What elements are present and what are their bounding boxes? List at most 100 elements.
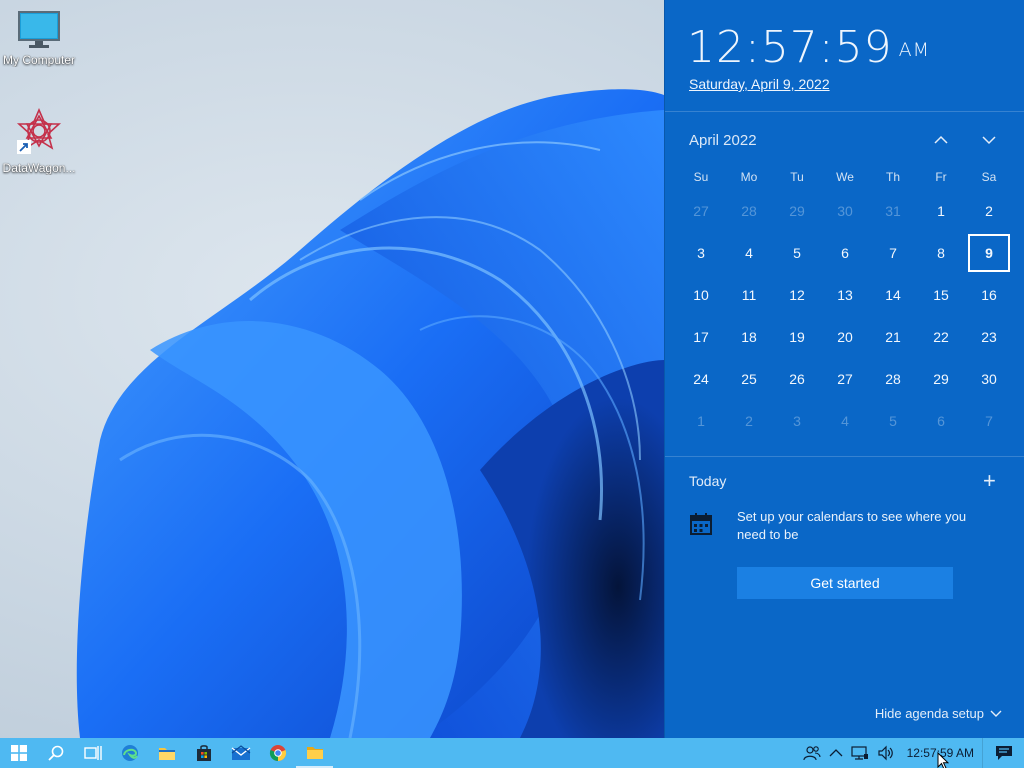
calendar-day[interactable]: 8 (917, 232, 965, 274)
calendar-day[interactable]: 3 (773, 400, 821, 442)
calendar-day-number: 21 (885, 329, 901, 345)
calendar-day[interactable]: 20 (821, 316, 869, 358)
previous-month-button[interactable] (927, 126, 955, 154)
weekday-label: Th (885, 170, 900, 184)
file-explorer-icon (158, 748, 175, 760)
calendar-day-number: 23 (981, 329, 997, 345)
calendar-day[interactable]: 28 (869, 358, 917, 400)
desktop-icon-datawagon[interactable]: DataWagon... (0, 108, 79, 175)
calendar-day[interactable]: 5 (773, 232, 821, 274)
calendar-day[interactable]: 22 (917, 316, 965, 358)
weekday-label: We (836, 170, 854, 184)
taskbar: 12:57:59 AM (0, 738, 1024, 768)
store-icon (196, 745, 211, 761)
flyout-clock: 12:57:59 AM (687, 22, 930, 73)
chrome-button[interactable] (259, 738, 296, 768)
calendar-day[interactable]: 6 (821, 232, 869, 274)
clock-ampm: AM (898, 39, 931, 61)
agenda-setup-message: Set up your calendars to see where you n… (737, 509, 967, 542)
calendar-day[interactable]: 29 (917, 358, 965, 400)
calendar-day[interactable]: 10 (677, 274, 725, 316)
mail-button[interactable] (222, 738, 259, 768)
start-windows-icon (10, 745, 27, 761)
calendar-day[interactable]: 24 (677, 358, 725, 400)
long-date-link[interactable]: Saturday, April 9, 2022 (689, 76, 830, 92)
calendar-day[interactable]: 30 (821, 190, 869, 232)
calendar-day[interactable]: 23 (965, 316, 1013, 358)
calendar-day[interactable]: 2 (725, 400, 773, 442)
calendar-day[interactable]: 31 (869, 190, 917, 232)
add-event-button[interactable]: + (983, 470, 996, 492)
calendar-day[interactable]: 27 (821, 358, 869, 400)
calendar-day[interactable]: 27 (677, 190, 725, 232)
calendar-day[interactable]: 15 (917, 274, 965, 316)
next-month-button[interactable] (975, 126, 1003, 154)
calendar-day[interactable]: 16 (965, 274, 1013, 316)
people-button[interactable] (799, 738, 825, 768)
file-explorer-button[interactable] (148, 738, 185, 768)
calendar-day[interactable]: 4 (725, 232, 773, 274)
month-year-title[interactable]: April 2022 (689, 132, 757, 149)
calendar-day-number: 29 (933, 371, 949, 387)
calendar-day-number: 26 (789, 371, 805, 387)
calendar-day-number: 8 (937, 245, 945, 261)
calendar-day[interactable]: 13 (821, 274, 869, 316)
calendar-day[interactable]: 3 (677, 232, 725, 274)
calendar-day[interactable]: 21 (869, 316, 917, 358)
calendar-day[interactable]: 25 (725, 358, 773, 400)
task-view-button[interactable] (74, 738, 111, 768)
calendar-day[interactable]: 7 (869, 232, 917, 274)
system-tray: 12:57:59 AM (799, 738, 1024, 768)
agenda-title: Today (689, 473, 727, 489)
calendar-day-number: 16 (981, 287, 997, 303)
task-view-icon (83, 746, 102, 760)
calendar-week-row: 24 25 26 27 28 29 30 (677, 358, 1013, 400)
calendar-day[interactable]: 11 (725, 274, 773, 316)
action-center-button[interactable] (982, 738, 1024, 768)
calendar-day[interactable]: 18 (725, 316, 773, 358)
calendar-day[interactable]: 29 (773, 190, 821, 232)
chevron-up-icon (829, 749, 843, 757)
speaker-icon (878, 745, 893, 761)
calendar-day[interactable]: 6 (917, 400, 965, 442)
desktop-icon-my-computer[interactable]: My Computer (0, 10, 79, 67)
clock-time: 12:57:59 (687, 22, 893, 73)
edge-browser-button[interactable] (111, 738, 148, 768)
calendar-day-number: 2 (745, 413, 753, 429)
volume-button[interactable] (873, 738, 899, 768)
start-button[interactable] (0, 738, 37, 768)
weekday-label: Tu (790, 170, 804, 184)
calendar-day[interactable]: 14 (869, 274, 917, 316)
calendar-day[interactable]: 12 (773, 274, 821, 316)
folder-icon (306, 747, 323, 759)
mail-icon (231, 745, 250, 760)
calendar-day[interactable]: 17 (677, 316, 725, 358)
calendar-day-number: 20 (837, 329, 853, 345)
calendar-day-number: 18 (741, 329, 757, 345)
search-button[interactable] (37, 738, 74, 768)
calendar-day-today[interactable]: 9 (965, 232, 1013, 274)
show-hidden-icons-button[interactable] (825, 738, 847, 768)
calendar-day[interactable]: 7 (965, 400, 1013, 442)
calendar-day[interactable]: 1 (677, 400, 725, 442)
calendar-day[interactable]: 4 (821, 400, 869, 442)
calendar-day[interactable]: 26 (773, 358, 821, 400)
store-button[interactable] (185, 738, 222, 768)
folder-button[interactable] (296, 738, 333, 768)
get-started-button[interactable]: Get started (737, 567, 953, 599)
network-button[interactable] (847, 738, 873, 768)
calendar-day-number: 13 (837, 287, 853, 303)
calendar-day[interactable]: 30 (965, 358, 1013, 400)
calendar-day[interactable]: 19 (773, 316, 821, 358)
calendar-day[interactable]: 1 (917, 190, 965, 232)
calendar-day[interactable]: 28 (725, 190, 773, 232)
calendar-day[interactable]: 5 (869, 400, 917, 442)
divider (665, 456, 1024, 457)
calendar-day[interactable]: 2 (965, 190, 1013, 232)
hide-agenda-setup-link[interactable]: Hide agenda setup (875, 706, 1002, 721)
calendar-day-number: 12 (789, 287, 805, 303)
desktop-icon-label: DataWagon... (2, 161, 76, 175)
chevron-down-icon (982, 136, 996, 145)
calendar-day-number: 11 (741, 287, 757, 303)
calendar-day-number: 15 (933, 287, 949, 303)
